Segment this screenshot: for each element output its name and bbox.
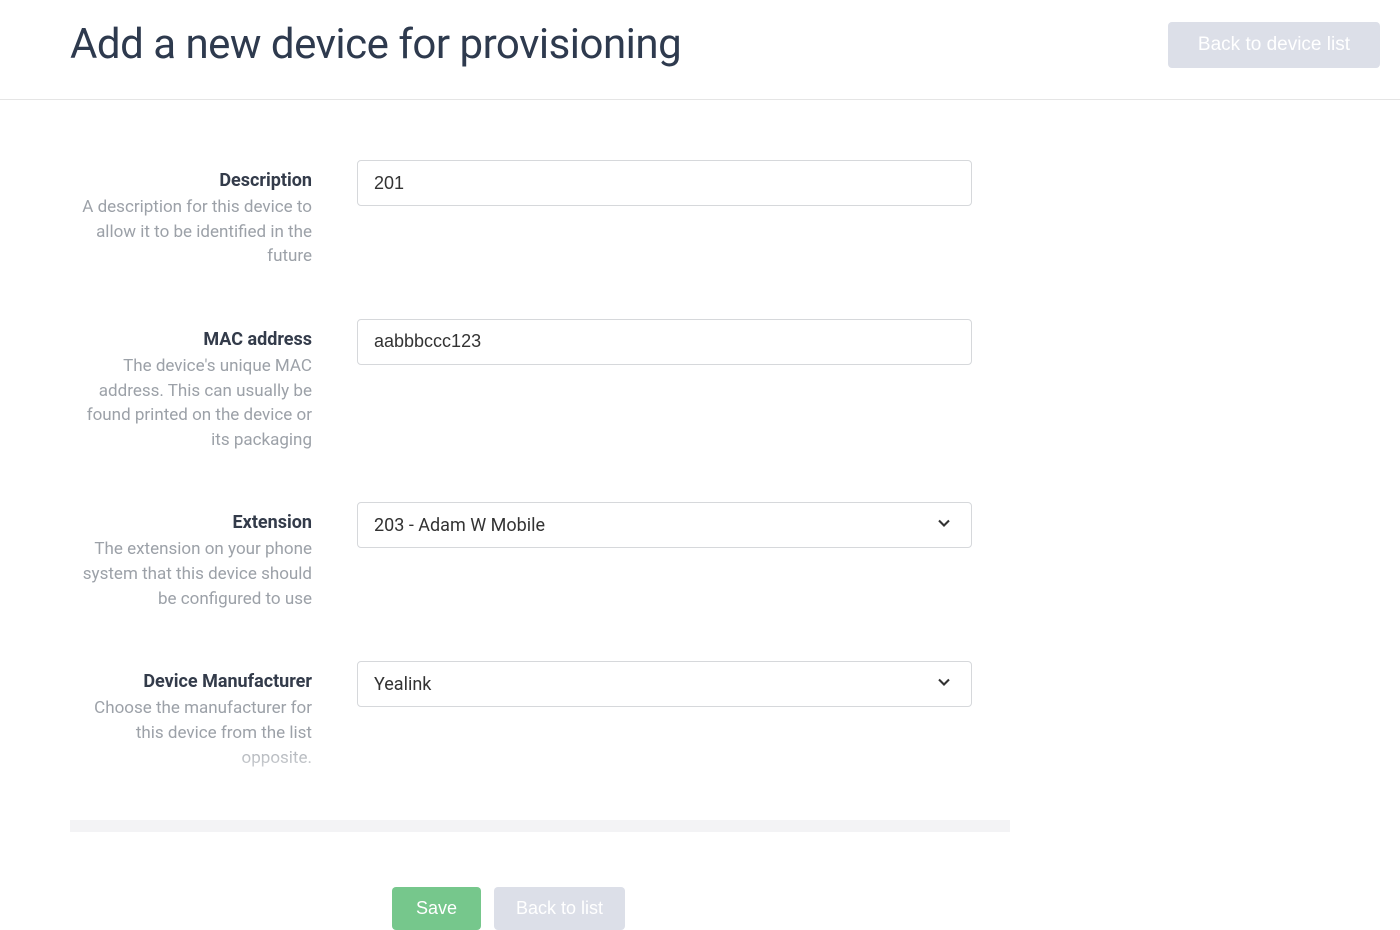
label-col: MAC address The device's unique MAC addr… [70, 319, 357, 453]
page-title: Add a new device for provisioning [70, 20, 681, 69]
page-header: Add a new device for provisioning Back t… [0, 0, 1400, 100]
manufacturer-select[interactable]: Yealink [357, 661, 972, 707]
back-to-device-list-button[interactable]: Back to device list [1168, 22, 1380, 68]
mac-address-input[interactable] [357, 319, 972, 365]
input-col [357, 319, 972, 365]
mac-address-label: MAC address [70, 329, 312, 350]
section-divider [70, 820, 1010, 832]
form-row-mac-address: MAC address The device's unique MAC addr… [0, 319, 1400, 453]
back-to-list-button[interactable]: Back to list [494, 887, 625, 930]
description-input[interactable] [357, 160, 972, 206]
footer-actions: Save Back to list [0, 832, 1400, 930]
label-col: Extension The extension on your phone sy… [70, 502, 357, 611]
label-col: Description A description for this devic… [70, 160, 357, 269]
input-col: 203 - Adam W Mobile [357, 502, 972, 548]
form-container: Description A description for this devic… [0, 100, 1400, 930]
manufacturer-select-wrapper: Yealink [357, 661, 972, 707]
mac-address-help: The device's unique MAC address. This ca… [87, 356, 312, 450]
extension-select-wrapper: 203 - Adam W Mobile [357, 502, 972, 548]
label-col: Device Manufacturer Choose the manufactu… [70, 661, 357, 770]
description-label: Description [70, 170, 312, 191]
input-col [357, 160, 972, 206]
description-help: A description for this device to allow i… [82, 197, 312, 266]
form-row-description: Description A description for this devic… [0, 160, 1400, 269]
extension-select[interactable]: 203 - Adam W Mobile [357, 502, 972, 548]
form-row-manufacturer: Device Manufacturer Choose the manufactu… [0, 661, 1400, 770]
extension-label: Extension [70, 512, 312, 533]
manufacturer-help: Choose the manufacturer for this device … [94, 698, 312, 767]
form-row-extension: Extension The extension on your phone sy… [0, 502, 1400, 611]
manufacturer-label: Device Manufacturer [70, 671, 312, 692]
input-col: Yealink [357, 661, 972, 707]
extension-help: The extension on your phone system that … [83, 539, 312, 608]
save-button[interactable]: Save [392, 887, 481, 930]
